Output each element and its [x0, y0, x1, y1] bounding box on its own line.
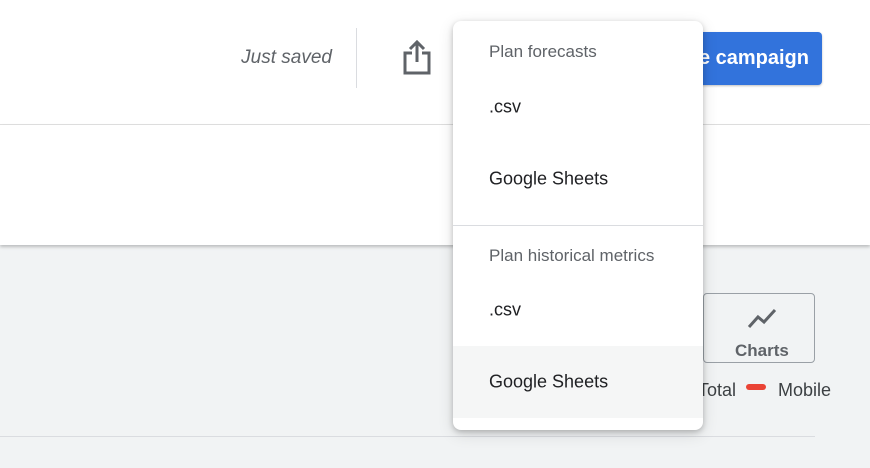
menu-section-title-historical: Plan historical metrics [489, 246, 655, 265]
menu-item-historical-csv[interactable]: .csv [453, 274, 703, 346]
legend-mobile-label: Mobile [778, 380, 832, 400]
plan-summary-band [0, 125, 870, 245]
legend-total-label: Total [698, 380, 737, 400]
menu-item-forecasts-csv[interactable]: .csv [453, 71, 703, 143]
keyword-planner-page: Just saved e campaign Charts Total Mobil… [0, 0, 870, 468]
content-divider [0, 436, 815, 437]
menu-item-label: .csv [489, 299, 522, 320]
menu-item-historical-google-sheets[interactable]: Google Sheets [453, 346, 703, 418]
charts-toggle-label: Charts [735, 341, 789, 360]
share-export-icon[interactable] [401, 40, 433, 76]
menu-divider [453, 225, 703, 226]
menu-item-label: Google Sheets [489, 168, 609, 189]
save-status-text: Just saved [241, 47, 332, 68]
trending-line-icon [747, 308, 777, 329]
menu-item-label: Google Sheets [489, 371, 609, 392]
menu-section-title-forecasts: Plan forecasts [489, 42, 597, 61]
menu-item-label: .csv [489, 96, 522, 117]
plan-header: Just saved e campaign [0, 0, 870, 125]
header-divider [356, 28, 357, 88]
download-menu: Plan forecasts .csv Google Sheets Plan h… [453, 21, 703, 430]
menu-item-forecasts-google-sheets[interactable]: Google Sheets [453, 143, 703, 215]
legend-mobile-swatch [746, 384, 766, 390]
